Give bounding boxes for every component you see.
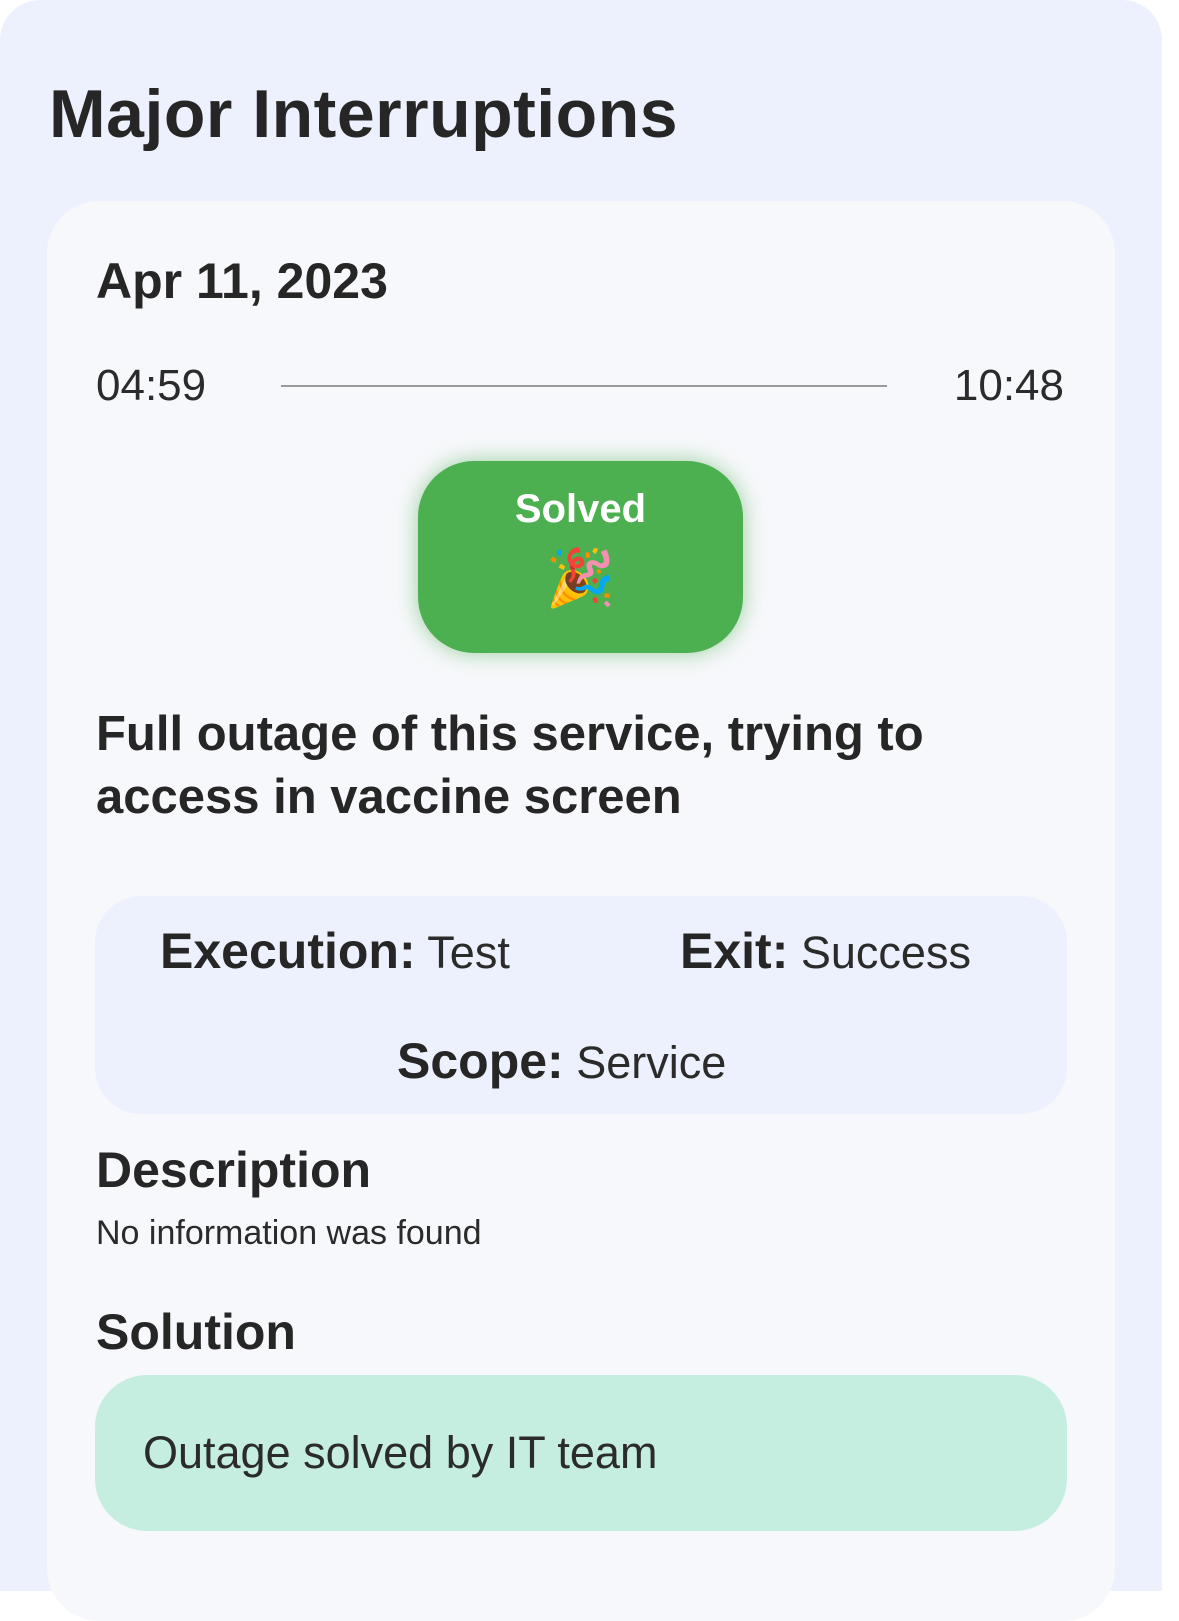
solution-heading: Solution [96, 1304, 296, 1360]
exit-label: Exit: [680, 923, 789, 979]
exit-field: Exit: Success [680, 924, 971, 980]
description-text: No information was found [96, 1214, 482, 1252]
party-popper-icon: 🎉 [545, 546, 616, 609]
incident-headline: Full outage of this service, trying to a… [96, 707, 924, 824]
solution-box: Outage solved by IT team [95, 1375, 1067, 1531]
execution-value: Test [427, 927, 510, 978]
start-time: 04:59 [96, 361, 207, 410]
status-badge: Solved 🎉 [418, 461, 743, 653]
description-heading: Description [96, 1142, 372, 1198]
execution-field: Execution: Test [160, 924, 510, 980]
status-label: Solved [514, 487, 647, 531]
page-title: Major Interruptions [49, 76, 679, 152]
incident-card[interactable]: Apr 11, 2023 04:59 10:48 Solved 🎉 Full o… [47, 201, 1115, 1621]
timeline-line [281, 385, 887, 387]
scope-label: Scope: [397, 1033, 564, 1089]
exit-value: Success [800, 927, 971, 978]
end-time: 10:48 [953, 361, 1064, 410]
scope-value: Service [576, 1037, 727, 1088]
incident-meta: Execution: Test Exit: Success Scope: Ser… [95, 896, 1067, 1114]
scope-field: Scope: Service [397, 1034, 726, 1090]
screen-background: Major Interruptions Apr 11, 2023 04:59 1… [0, 0, 1162, 1621]
incident-date: Apr 11, 2023 [96, 253, 388, 309]
execution-label: Execution: [160, 923, 416, 979]
solution-text: Outage solved by IT team [143, 1427, 658, 1478]
